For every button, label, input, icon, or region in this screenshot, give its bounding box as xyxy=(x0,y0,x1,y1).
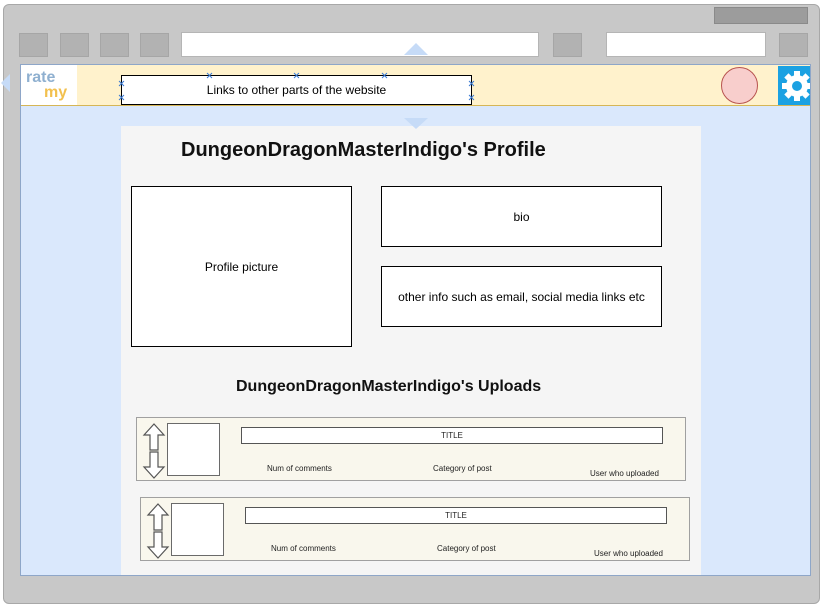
user-avatar[interactable] xyxy=(721,67,758,104)
post-comments: Num of comments xyxy=(271,544,336,553)
site-logo[interactable]: rate my xyxy=(21,65,77,105)
bio-label: bio xyxy=(513,209,530,224)
post-title-text: TITLE xyxy=(445,511,467,520)
selection-handle xyxy=(382,73,387,78)
address-bar[interactable] xyxy=(181,32,539,57)
post-category: Category of post xyxy=(433,464,492,473)
post-title[interactable]: TITLE xyxy=(245,507,667,524)
resize-left-arrow-icon xyxy=(1,74,10,92)
logo-line-2: my xyxy=(44,84,68,101)
resize-down-arrow-icon xyxy=(404,118,428,129)
vote-arrows-icon[interactable] xyxy=(142,423,166,479)
upload-post[interactable]: TITLE Num of comments Category of post U… xyxy=(136,417,686,481)
bookmark-button[interactable] xyxy=(553,33,582,57)
page-title: DungeonDragonMasterIndigo's Profile xyxy=(181,139,546,161)
selection-handle xyxy=(119,81,124,86)
menu-button[interactable] xyxy=(779,33,808,57)
post-uploader[interactable]: User who uploaded xyxy=(594,549,663,558)
post-category: Category of post xyxy=(437,544,496,553)
site-links-label: Links to other parts of the website xyxy=(206,83,387,97)
selection-handle xyxy=(469,81,474,86)
settings-button[interactable] xyxy=(778,66,810,105)
page-viewport: rate my Links to other parts of the webs… xyxy=(20,64,811,576)
other-info-box: other info such as email, social media l… xyxy=(381,266,662,327)
selection-handle xyxy=(207,73,212,78)
back-button[interactable] xyxy=(19,33,48,57)
post-title-text: TITLE xyxy=(441,431,463,440)
post-title[interactable]: TITLE xyxy=(241,427,663,444)
selection-handle xyxy=(294,73,299,78)
profile-panel: DungeonDragonMasterIndigo's Profile Prof… xyxy=(121,126,701,575)
uploads-title: DungeonDragonMasterIndigo's Uploads xyxy=(236,378,542,395)
forward-button[interactable] xyxy=(60,33,89,57)
selection-handle xyxy=(119,95,124,100)
profile-picture-label: Profile picture xyxy=(204,259,279,274)
vote-arrows-icon[interactable] xyxy=(146,503,170,559)
post-uploader[interactable]: User who uploaded xyxy=(590,469,659,478)
profile-picture[interactable]: Profile picture xyxy=(131,186,352,347)
home-button[interactable] xyxy=(140,33,169,57)
search-field[interactable] xyxy=(606,32,766,57)
post-thumbnail[interactable] xyxy=(167,423,220,476)
gear-icon xyxy=(782,70,810,101)
other-info-label: other info such as email, social media l… xyxy=(398,289,645,304)
bio-box: bio xyxy=(381,186,662,247)
window-controls[interactable] xyxy=(714,7,808,24)
resize-up-arrow-icon xyxy=(404,43,428,55)
selection-handle xyxy=(469,95,474,100)
post-comments: Num of comments xyxy=(267,464,332,473)
site-links[interactable]: Links to other parts of the website xyxy=(121,75,472,105)
upload-post[interactable]: TITLE Num of comments Category of post U… xyxy=(140,497,690,561)
refresh-button[interactable] xyxy=(100,33,129,57)
top-navbar: rate my Links to other parts of the webs… xyxy=(21,65,810,106)
post-thumbnail[interactable] xyxy=(171,503,224,556)
